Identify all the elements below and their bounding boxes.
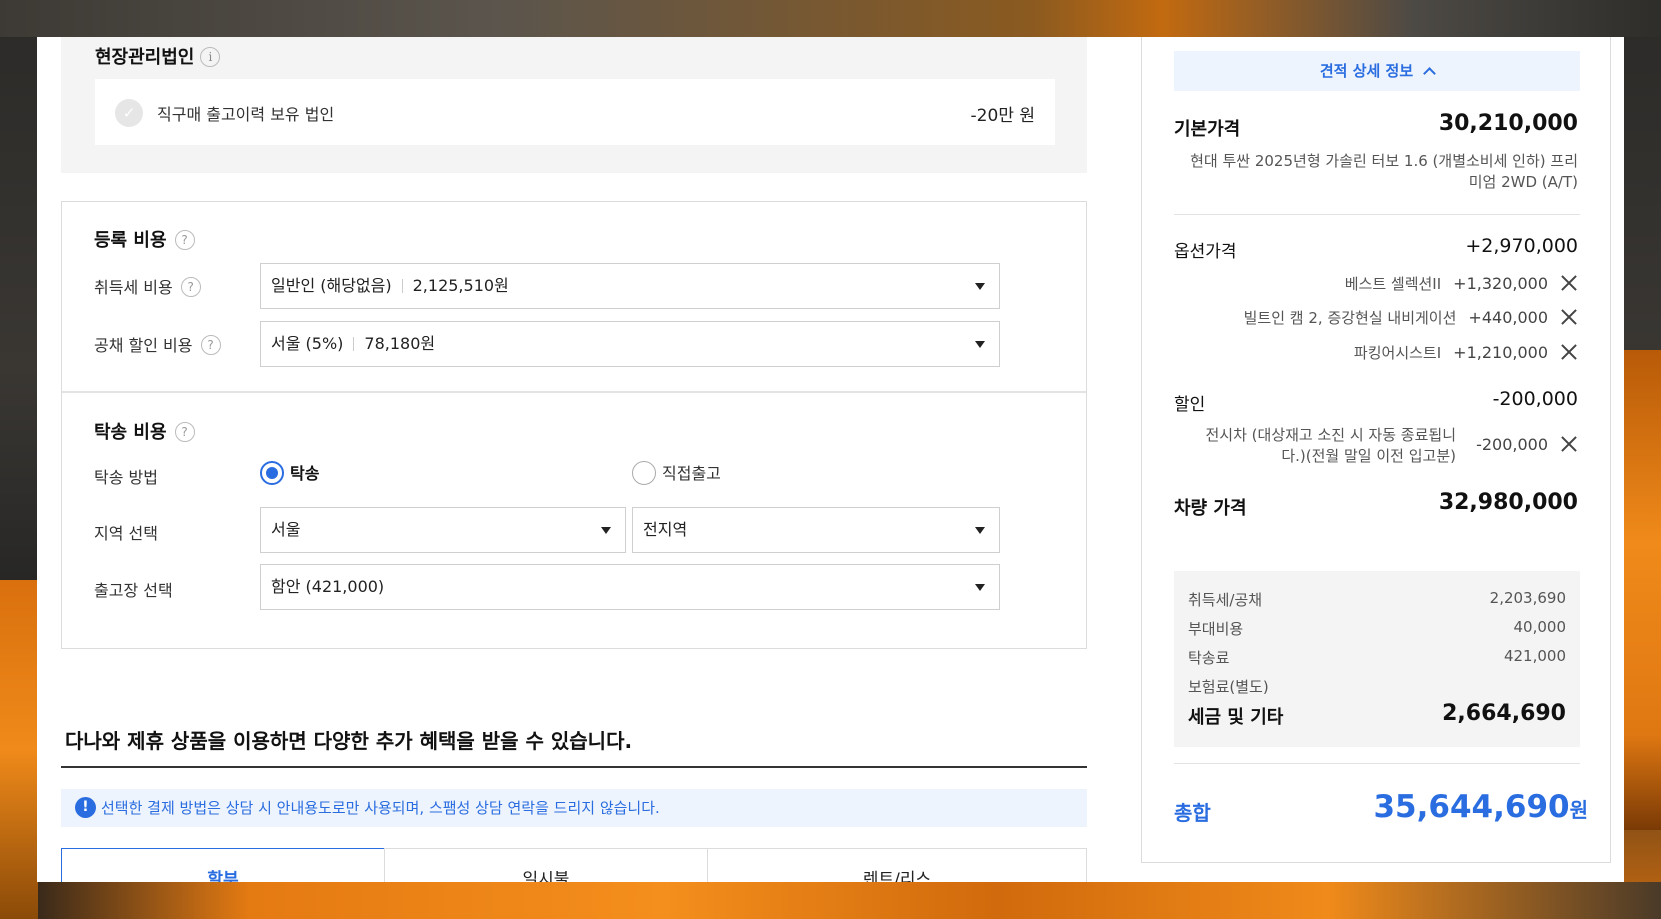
acq-tax-select[interactable]: 일반인 (해당없음) 2,125,510원	[260, 263, 1000, 309]
registration-title: 등록 비용?	[94, 226, 195, 252]
summary-divider	[1174, 214, 1580, 215]
radio-selected-icon	[260, 461, 284, 485]
summary-divider	[1174, 763, 1580, 764]
background-photo-bottom	[0, 882, 1661, 919]
alert-icon: !	[75, 797, 96, 818]
vehicle-price-value: 32,980,000	[1438, 490, 1578, 515]
promo-divider	[61, 766, 1087, 768]
tax-row: 보험료(별도)	[1188, 678, 1269, 696]
check-icon[interactable]: ✓	[115, 99, 143, 127]
tax-row: 탁송료 421,000	[1188, 647, 1566, 667]
corp-section-title: 현장관리법인 i	[95, 43, 221, 69]
quote-detail-toggle[interactable]: 견적 상세 정보	[1174, 51, 1580, 91]
tab-installment[interactable]: 할부	[61, 848, 385, 882]
payment-notice: ! 선택한 결제 방법은 상담 시 안내용도로만 사용되며, 스팸성 상담 연락…	[61, 789, 1087, 827]
help-icon[interactable]: ?	[174, 422, 195, 442]
bond-label: 공채 할인 비용?	[94, 332, 221, 356]
corp-option-label: 직구매 출고이력 보유 법인	[157, 105, 335, 124]
tax-total-row: 세금 및 기타 2,664,690	[1188, 701, 1566, 728]
tab-lump-sum[interactable]: 일시불	[384, 848, 708, 882]
close-icon[interactable]	[1560, 274, 1578, 292]
corp-option-amount: -20만 원	[970, 106, 1035, 126]
acq-tax-label: 취득세 비용?	[94, 274, 201, 298]
corp-section: 현장관리법인 i ✓ 직구매 출고이력 보유 법인 -20만 원	[61, 37, 1087, 173]
help-icon[interactable]: ?	[174, 230, 195, 250]
promo-title: 다나와 제휴 상품을 이용하면 다양한 추가 혜택을 받을 수 있습니다.	[65, 729, 633, 753]
trim-description: 현대 투싼 2025년형 가솔린 터보 1.6 (개별소비세 인하) 프리미엄 …	[1190, 152, 1578, 191]
discount-value: -200,000	[1492, 388, 1578, 410]
vehicle-price-label: 차량 가격	[1174, 498, 1247, 519]
depot-select[interactable]: 함안 (421,000)	[260, 564, 1000, 610]
tax-breakdown: 취득세/공채 2,203,690 부대비용 40,000 탁송료 421,000 보험…	[1174, 571, 1580, 747]
tax-row: 부대비용 40,000	[1188, 618, 1566, 638]
discount-item-name: 전시차 (대상재고 소진 시 자동 종료됩니다.)(전월 말일 이전 입고분)	[1205, 426, 1457, 465]
caret-down-icon	[601, 527, 611, 534]
tax-row: 취득세/공채 2,203,690	[1188, 589, 1566, 609]
base-price-value: 30,210,000	[1438, 111, 1578, 136]
close-icon[interactable]	[1560, 435, 1578, 453]
quote-panel: 현장관리법인 i ✓ 직구매 출고이력 보유 법인 -20만 원 등록 비용? 취…	[37, 37, 1624, 882]
option-item: 베스트 셀렉션II +1,320,000	[1345, 273, 1578, 294]
base-price-label: 기본가격	[1174, 119, 1241, 140]
help-icon[interactable]: ?	[180, 277, 201, 297]
background-photo-left	[0, 580, 38, 919]
close-icon[interactable]	[1560, 343, 1578, 361]
delivery-method-label: 탁송 방법	[94, 468, 158, 487]
payment-tabs: 할부 일시불 렌트/리스	[61, 848, 1087, 882]
option-price-value: +2,970,000	[1465, 235, 1578, 257]
help-icon[interactable]: ?	[200, 335, 221, 355]
region-label: 지역 선택	[94, 524, 158, 543]
section-divider	[62, 391, 1086, 393]
discount-label: 할인	[1174, 395, 1206, 415]
option-item: 빌트인 캠 2, 증강현실 내비게이션 +440,000	[1244, 307, 1578, 328]
radio-delivery[interactable]: 탁송	[260, 460, 319, 485]
total-label: 총합	[1174, 801, 1211, 825]
total-value: 35,644,690원	[1373, 789, 1588, 825]
delivery-title: 탁송 비용?	[94, 418, 195, 444]
option-price-label: 옵션가격	[1174, 242, 1237, 262]
region-select[interactable]: 서울	[260, 507, 626, 553]
radio-empty-icon	[632, 461, 656, 485]
subregion-select[interactable]: 전지역	[632, 507, 1000, 553]
tab-rent-lease[interactable]: 렌트/리스	[707, 848, 1087, 882]
discount-item-row: -200,000	[1476, 435, 1578, 454]
chevron-up-icon	[1423, 67, 1436, 80]
fee-box: 등록 비용? 취득세 비용? 일반인 (해당없음) 2,125,510원 공채 할…	[61, 201, 1087, 649]
quote-summary: 견적 상세 정보 기본가격 30,210,000 현대 투싼 2025년형 가솔…	[1141, 37, 1611, 863]
bond-select[interactable]: 서울 (5%) 78,180원	[260, 321, 1000, 367]
caret-down-icon	[975, 527, 985, 534]
background-photo-top	[0, 0, 1661, 37]
close-icon[interactable]	[1560, 308, 1578, 326]
info-icon[interactable]: i	[200, 47, 221, 67]
depot-label: 출고장 선택	[94, 581, 173, 600]
caret-down-icon	[975, 584, 985, 591]
radio-direct-pickup[interactable]: 직접출고	[632, 460, 721, 485]
corp-option-row[interactable]: ✓ 직구매 출고이력 보유 법인 -20만 원	[95, 79, 1055, 145]
caret-down-icon	[975, 341, 985, 348]
option-item: 파킹어시스트I +1,210,000	[1354, 342, 1578, 363]
caret-down-icon	[975, 283, 985, 290]
